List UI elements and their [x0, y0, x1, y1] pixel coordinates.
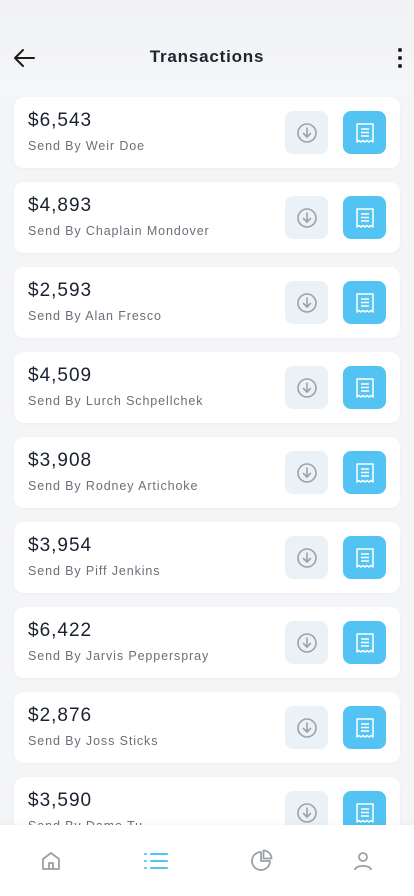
- app-header: Transactions: [0, 0, 414, 96]
- transaction-amount: $6,422: [28, 620, 93, 641]
- download-button[interactable]: [285, 621, 328, 664]
- download-button[interactable]: [285, 451, 328, 494]
- receipt-button[interactable]: [343, 536, 386, 579]
- pie-chart-icon: [251, 849, 273, 871]
- transaction-amount: $4,893: [28, 195, 93, 216]
- more-vertical-icon: [398, 48, 402, 52]
- nav-transactions[interactable]: [143, 848, 169, 874]
- receipt-icon: [355, 802, 374, 823]
- download-button[interactable]: [285, 111, 328, 154]
- receipt-button[interactable]: [343, 111, 386, 154]
- download-circle-icon: [296, 717, 317, 738]
- receipt-icon: [355, 207, 374, 228]
- transaction-item[interactable]: $6,422 Send By Jarvis Pepperspray: [14, 607, 400, 678]
- transaction-item[interactable]: $3,908 Send By Rodney Artichoke: [14, 437, 400, 508]
- transaction-item[interactable]: $2,593 Send By Alan Fresco: [14, 267, 400, 338]
- transaction-sender: Send By Weir Doe: [28, 139, 145, 153]
- nav-profile[interactable]: [350, 848, 376, 874]
- transaction-amount: $3,954: [28, 535, 93, 556]
- download-button[interactable]: [285, 196, 328, 239]
- transaction-amount: $3,590: [28, 790, 93, 811]
- transaction-item[interactable]: $3,590Send By Dame Tu: [14, 777, 400, 825]
- transaction-item[interactable]: $4,509 Send By Lurch Schpellchek: [14, 352, 400, 423]
- transaction-sender: Send By Joss Sticks: [28, 734, 159, 748]
- transaction-item[interactable]: $3,954 Send By Piff Jenkins: [14, 522, 400, 593]
- download-circle-icon: [296, 547, 317, 568]
- transaction-sender: Send By Alan Fresco: [28, 309, 162, 323]
- transaction-sender: Send By Lurch Schpellchek: [28, 394, 204, 408]
- home-icon: [42, 852, 60, 870]
- receipt-button[interactable]: [343, 366, 386, 409]
- receipt-icon: [355, 632, 374, 653]
- list-icon: [144, 853, 168, 869]
- receipt-icon: [355, 717, 374, 738]
- download-button[interactable]: [285, 791, 328, 825]
- receipt-button[interactable]: [343, 451, 386, 494]
- receipt-icon: [355, 292, 374, 313]
- transaction-item[interactable]: $2,876 Send By Joss Sticks: [14, 692, 400, 763]
- transaction-sender: Send By Jarvis Pepperspray: [28, 649, 210, 663]
- transaction-sender: Send By Rodney Artichoke: [28, 479, 199, 493]
- transaction-amount: $6,543: [28, 110, 93, 131]
- nav-statistics[interactable]: [248, 848, 274, 874]
- receipt-icon: [355, 547, 374, 568]
- download-circle-icon: [296, 207, 317, 228]
- download-button[interactable]: [285, 281, 328, 324]
- download-button[interactable]: [285, 536, 328, 579]
- transaction-amount: $2,593: [28, 280, 93, 301]
- receipt-icon: [355, 122, 374, 143]
- receipt-button[interactable]: [343, 791, 386, 825]
- nav-home[interactable]: [38, 848, 64, 874]
- transaction-item[interactable]: $6,543 Send By Weir Doe: [14, 97, 400, 168]
- transaction-list[interactable]: $6,543 Send By Weir Doe $4,893 Send By Chap…: [0, 97, 414, 825]
- receipt-button[interactable]: [343, 281, 386, 324]
- download-circle-icon: [296, 802, 317, 823]
- page-title: Transactions: [149, 47, 265, 66]
- transaction-item[interactable]: $4,893 Send By Chaplain Mondover: [14, 182, 400, 253]
- download-circle-icon: [296, 122, 317, 143]
- receipt-button[interactable]: [343, 196, 386, 239]
- transaction-sender: Send By Chaplain Mondover: [28, 224, 210, 238]
- download-circle-icon: [296, 292, 317, 313]
- receipt-button[interactable]: [343, 706, 386, 749]
- transaction-amount: $4,509: [28, 365, 93, 386]
- user-icon: [354, 852, 372, 871]
- download-button[interactable]: [285, 366, 328, 409]
- transaction-amount: $2,876: [28, 705, 93, 726]
- download-circle-icon: [296, 462, 317, 483]
- more-options-button[interactable]: [392, 44, 408, 72]
- bottom-navigation: [0, 825, 414, 896]
- receipt-icon: [355, 377, 374, 398]
- transaction-amount: $3,908: [28, 450, 93, 471]
- download-circle-icon: [296, 377, 317, 398]
- download-circle-icon: [296, 632, 317, 653]
- receipt-icon: [355, 462, 374, 483]
- receipt-button[interactable]: [343, 621, 386, 664]
- download-button[interactable]: [285, 706, 328, 749]
- transaction-sender: Send By Piff Jenkins: [28, 564, 161, 578]
